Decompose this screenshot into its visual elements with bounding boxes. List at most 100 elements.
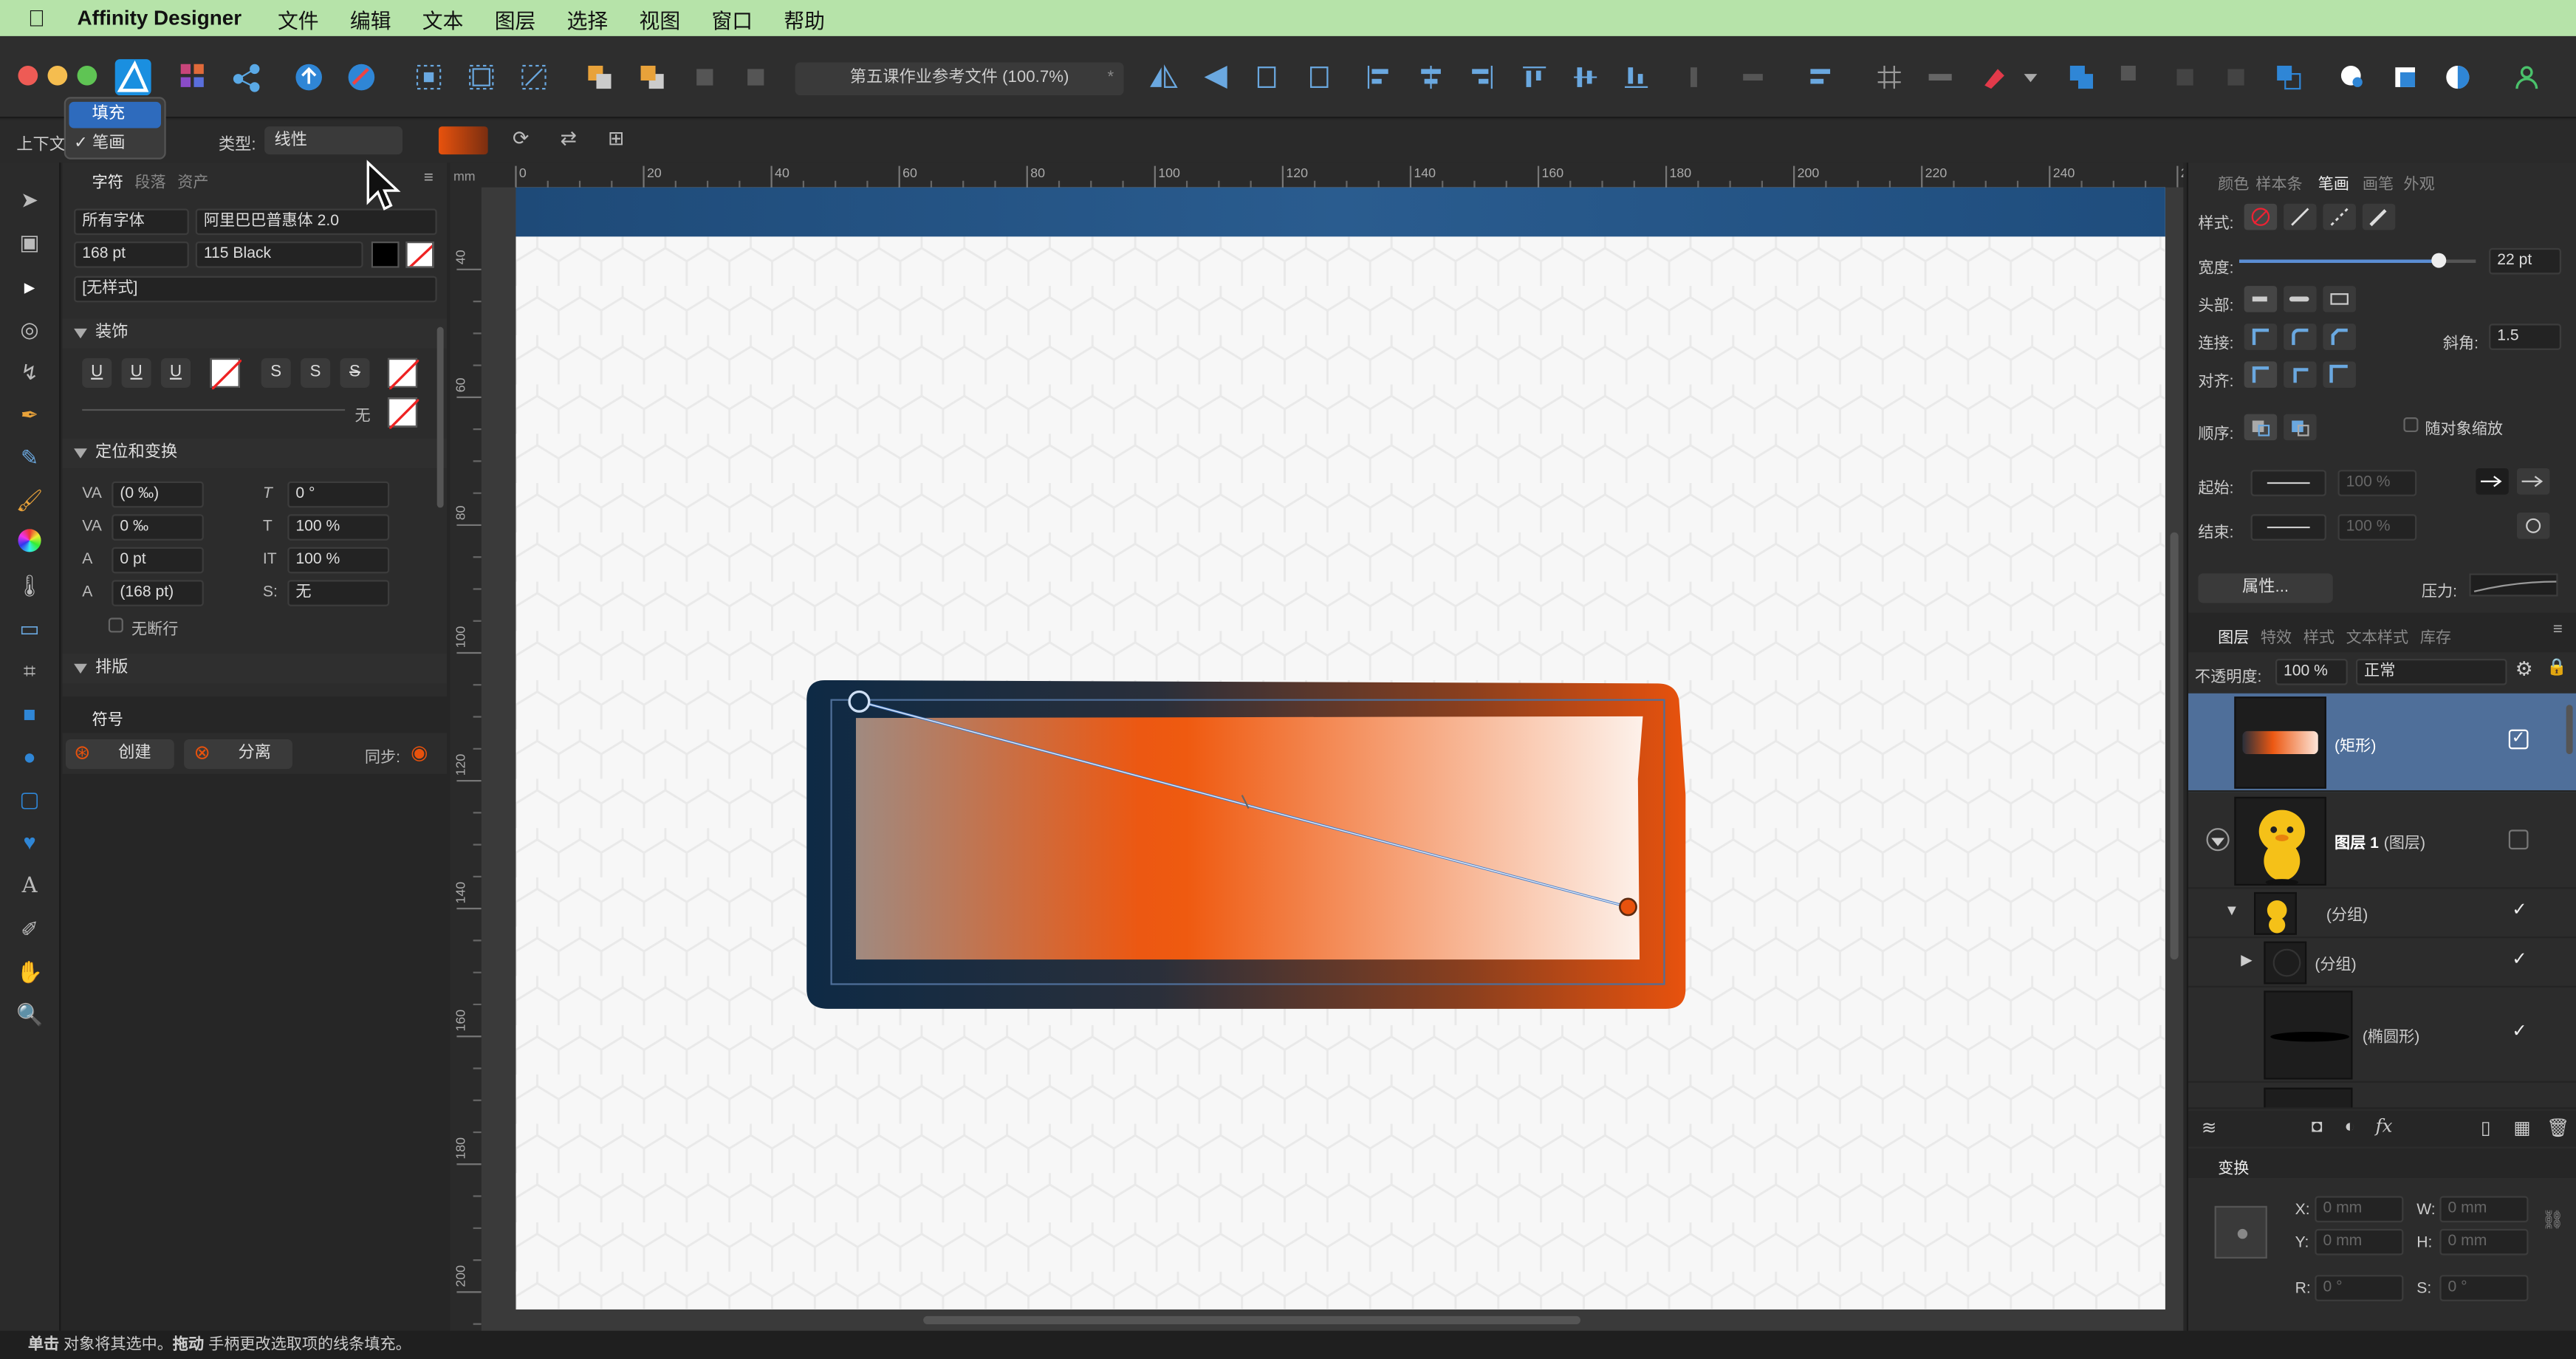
align-inside-stroke-button[interactable] <box>2284 361 2317 388</box>
underline-color-swatch[interactable] <box>210 357 243 391</box>
layer-row-ellipse[interactable]: (椭圆形) ✓ <box>2188 987 2576 1083</box>
brush-tool-icon[interactable]: 🖌 <box>15 486 44 516</box>
underline-button[interactable]: U <box>82 357 112 388</box>
pencil-tool-icon[interactable]: ✎ <box>15 444 44 473</box>
tab-symbols[interactable]: 符号 <box>92 707 123 729</box>
font-collection-select[interactable]: 所有字体 <box>74 208 189 236</box>
tracking-field[interactable]: (0 ‰) <box>112 481 204 508</box>
blend-mode-select[interactable]: 正常 <box>2355 659 2507 685</box>
boolean-intersect-icon[interactable] <box>2167 59 2203 95</box>
app-name[interactable]: Affinity Designer <box>78 7 242 30</box>
zoom-tool-icon[interactable]: 🔍 <box>15 1001 44 1030</box>
leading-field[interactable]: (168 pt) <box>112 580 204 606</box>
blend-settings-gear-icon[interactable]: ⚙ <box>2515 657 2533 680</box>
inner-gradient-rectangle[interactable] <box>855 716 1643 960</box>
layers-menu-icon[interactable]: ≡ <box>2553 621 2563 639</box>
arrange-backward-icon[interactable] <box>738 59 774 95</box>
h-field[interactable]: 0 mm <box>2439 1228 2529 1256</box>
text-stroke-swatch[interactable] <box>405 242 434 268</box>
vertical-scale-field[interactable]: 100 % <box>287 514 390 541</box>
layers-stack-icon[interactable]: ≋ <box>2202 1117 2217 1139</box>
tab-stroke[interactable]: 笔画 <box>2318 171 2349 194</box>
pixel-persona-icon[interactable] <box>176 59 212 95</box>
tab-stock[interactable]: 库存 <box>2420 624 2451 647</box>
align-center-stroke-button[interactable] <box>2244 361 2278 388</box>
layer-row-next[interactable] <box>2188 1084 2576 1109</box>
text-color-swatch[interactable] <box>371 242 400 268</box>
swap-arrows-icon[interactable] <box>2516 513 2550 539</box>
fx-icon[interactable]: fx <box>2376 1115 2393 1137</box>
gradient-end-handle[interactable] <box>1619 897 1637 917</box>
menu-edit[interactable]: 编辑 <box>350 2 391 33</box>
place-image-icon[interactable]: ▭ <box>15 615 44 644</box>
tab-text-styles[interactable]: 文本样式 <box>2346 624 2409 647</box>
y-field[interactable]: 0 mm <box>2315 1228 2404 1256</box>
tab-appearance[interactable]: 外观 <box>2403 171 2434 194</box>
layer-row-group[interactable]: ▼ (分组) ✓ <box>2188 889 2576 939</box>
rectangle-tool-icon[interactable]: ■ <box>15 700 44 730</box>
horizontal-scale-field[interactable]: 100 % <box>287 547 390 574</box>
grid-icon[interactable] <box>1871 59 1908 95</box>
menu-layer[interactable]: 图层 <box>495 2 536 33</box>
artboard[interactable] <box>515 187 2165 1310</box>
tab-layers[interactable]: 图层 <box>2218 624 2249 647</box>
snap-bounds-icon[interactable] <box>463 59 499 95</box>
layer-visibility-check-icon[interactable]: ✓ <box>2512 899 2527 920</box>
align-bottom-icon[interactable] <box>1618 59 1654 95</box>
boolean-xor-icon[interactable] <box>2218 59 2254 95</box>
snapping-option-icon[interactable] <box>1922 59 1959 95</box>
start-arrow-select[interactable] <box>2250 470 2326 496</box>
pressure-curve[interactable] <box>2469 573 2558 597</box>
order-back-button[interactable] <box>2244 414 2278 441</box>
tab-styles[interactable]: 样式 <box>2303 624 2334 647</box>
layer-row-rectangle[interactable]: (矩形) ✓ <box>2188 693 2576 793</box>
move-tool-icon[interactable]: ➤ <box>15 185 44 215</box>
width-slider-knob[interactable] <box>2431 253 2447 268</box>
width-field[interactable]: 22 pt <box>2489 247 2561 275</box>
baseline-field[interactable]: 0 pt <box>112 547 204 574</box>
menu-view[interactable]: 视图 <box>640 2 681 33</box>
menu-help[interactable]: 帮助 <box>784 2 825 33</box>
cap-round-button[interactable] <box>2284 286 2317 312</box>
strike-color-swatch[interactable] <box>387 357 420 391</box>
join-miter-button[interactable] <box>2244 324 2278 350</box>
layer-visibility-checkbox[interactable] <box>2508 829 2529 850</box>
apple-icon[interactable]:  <box>28 5 55 32</box>
order-front-button[interactable] <box>2284 414 2317 441</box>
heart-shape-icon[interactable]: ♥ <box>15 828 44 857</box>
x-field[interactable]: 0 mm <box>2315 1196 2404 1223</box>
align-outside-stroke-button[interactable] <box>2323 361 2356 388</box>
user-account-icon[interactable] <box>2509 59 2545 95</box>
point-transform-icon[interactable]: ↯ <box>15 358 44 388</box>
transparency-tool-icon[interactable]: 🌡 <box>15 572 44 601</box>
align-left-icon[interactable] <box>1360 59 1397 95</box>
arrange-forward-icon[interactable] <box>687 59 723 95</box>
document-tab[interactable]: 第五课作业参考文件 (100.7%) * <box>795 62 1124 96</box>
assistant-icon[interactable] <box>343 59 380 95</box>
end-scale-field[interactable]: 100 % <box>2337 514 2417 541</box>
menu-select[interactable]: 选择 <box>567 2 609 33</box>
no-break-checkbox[interactable] <box>108 617 123 633</box>
zoom-window-button[interactable] <box>77 65 97 86</box>
width-slider[interactable] <box>2238 253 2476 268</box>
section-typography[interactable]: 排版 <box>62 654 448 684</box>
stroke-option[interactable]: ✓ 笔画 <box>74 131 166 158</box>
snapping-magnet-icon[interactable] <box>1975 59 2011 95</box>
opacity-field[interactable]: 100 % <box>2275 659 2348 685</box>
tab-transform[interactable]: 变换 <box>2218 1155 2249 1177</box>
decoration-fill-swatch[interactable] <box>387 397 420 430</box>
tab-effects[interactable]: 特效 <box>2261 624 2292 647</box>
rotate-gradient-icon[interactable]: ⇄ <box>554 126 583 154</box>
expand-layer-icon[interactable] <box>2206 828 2230 852</box>
menu-file[interactable]: 文件 <box>278 2 319 33</box>
lock-icon[interactable]: 🔒 <box>2546 659 2567 677</box>
style-none-button[interactable] <box>2244 203 2278 230</box>
fill-tool-icon[interactable] <box>18 529 41 552</box>
horizontal-scrollbar[interactable] <box>923 1315 1580 1324</box>
snapping-dropdown-icon[interactable] <box>2021 59 2041 95</box>
character-panel-scrollbar[interactable] <box>436 326 444 508</box>
gradient-bounds-icon[interactable]: ⊞ <box>601 126 631 154</box>
panel-menu-icon[interactable]: ≡ <box>424 169 434 187</box>
hand-tool-icon[interactable]: ✋ <box>15 958 44 987</box>
style-solid-button[interactable] <box>2284 203 2317 230</box>
